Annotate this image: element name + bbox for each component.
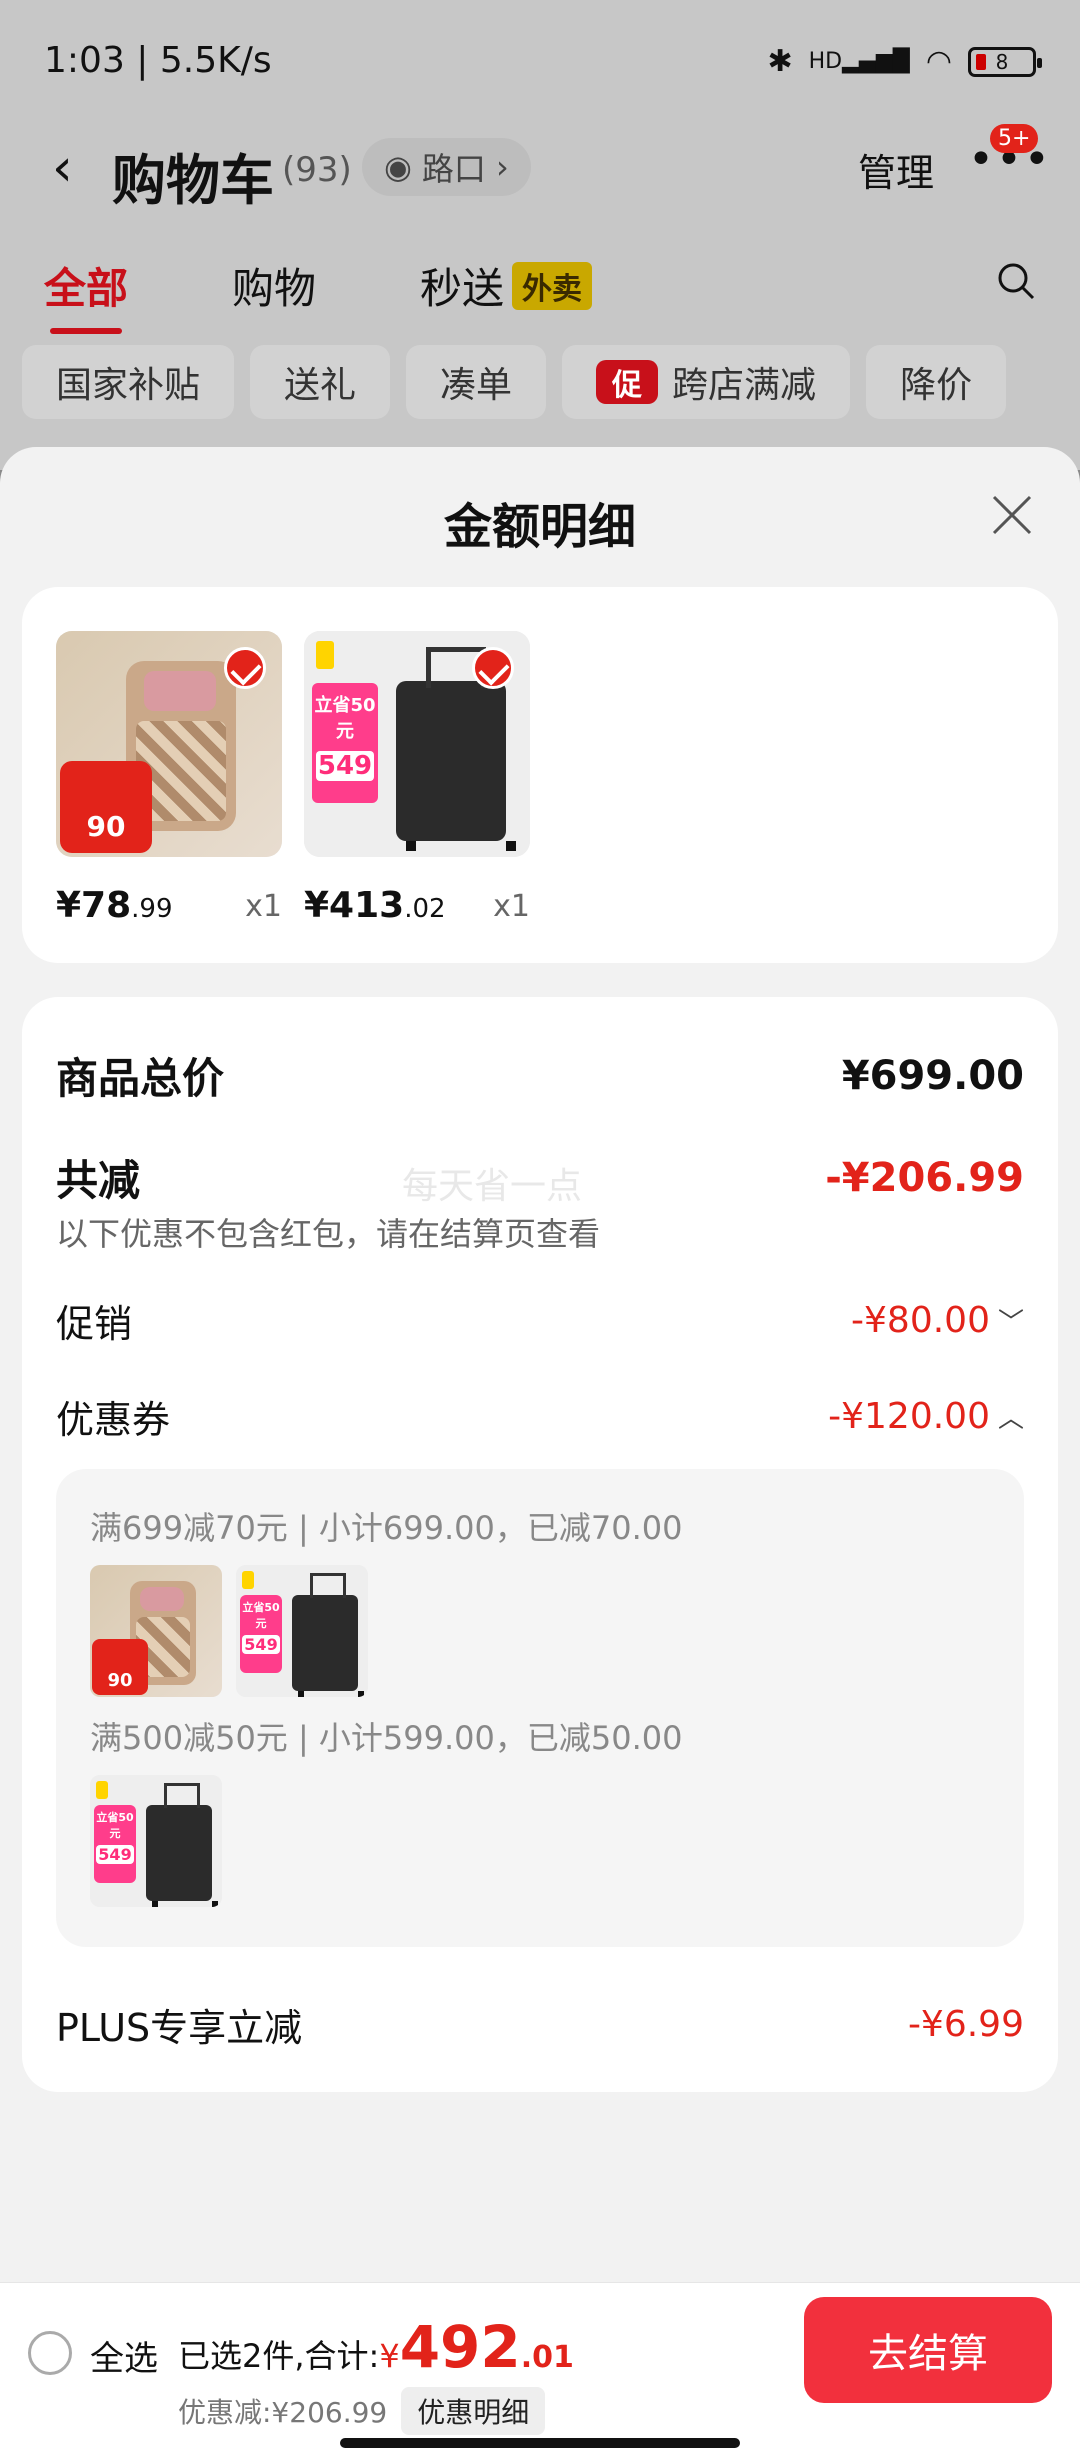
summary-prefix: 已选2件,合计:	[178, 2337, 380, 2375]
select-all-label[interactable]: 全选	[90, 2331, 158, 2380]
filter-chips: 国家补贴 送礼 凑单 促跨店满减 降价	[22, 345, 1007, 419]
page-title: 购物车	[112, 149, 274, 212]
promo-value-wrap: -¥80.00 ﹀	[851, 1300, 1024, 1341]
tab-instant[interactable]: 秒送 外卖	[420, 255, 593, 316]
product-qty: x1	[245, 889, 282, 924]
coupon-row[interactable]: 优惠券 -¥120.00 ︿	[56, 1389, 1024, 1444]
currency-symbol: ¥	[379, 2337, 400, 2375]
discount-line: 优惠减:¥206.99 优惠明细	[178, 2387, 546, 2435]
product-image-wallet: 90	[56, 631, 282, 857]
coupon-value-wrap: -¥120.00 ︿	[828, 1396, 1024, 1437]
cart-page-background: 1:03 | 5.5K/s ✱ HD▂▄▆█ ◠ 8 ‹ 购物车 (93) ◉ …	[0, 0, 1080, 470]
checked-icon[interactable]	[472, 647, 514, 689]
waimai-tag: 外卖	[512, 262, 593, 310]
coupon-rule-1: 满699减70元 | 小计699.00，已减70.00	[90, 1509, 683, 1547]
summary-line: 已选2件,合计: ¥ 492 .01	[178, 2313, 574, 2381]
checkout-bar: 全选 已选2件,合计: ¥ 492 .01 优惠减:¥206.99 优惠明细 去…	[0, 2282, 1080, 2460]
plus-label: PLUS专享立减	[56, 2006, 303, 2050]
product-price: ¥78.99	[56, 885, 173, 926]
product-price: ¥413.02	[304, 885, 446, 926]
reduce-row: 共减 -¥206.99	[56, 1147, 1024, 1208]
chip-gift[interactable]: 送礼	[250, 345, 391, 419]
coupon-label: 优惠券	[56, 1398, 171, 1442]
chip-national-subsidy[interactable]: 国家补贴	[22, 345, 235, 419]
tab-instant-label: 秒送	[420, 264, 505, 313]
signal-icon: HD▂▄▆█	[808, 49, 910, 74]
price-tag: 立省50元 549	[312, 683, 378, 803]
chip-cross-store[interactable]: 促跨店满减	[562, 345, 851, 419]
product-qty: x1	[493, 889, 530, 924]
cart-tabs: 全部 购物 秒送 外卖	[0, 255, 1080, 335]
tab-shopping[interactable]: 购物	[232, 255, 316, 316]
reduce-note: 以下优惠不包含红包，请在结算页查看	[56, 1215, 601, 1253]
status-icons: ✱ HD▂▄▆█ ◠ 8	[767, 44, 1042, 79]
chip-bundle[interactable]: 凑单	[406, 345, 547, 419]
coupon-value: -¥120.00	[828, 1396, 990, 1437]
reduce-value: -¥206.99	[825, 1154, 1024, 1201]
plus-value: -¥6.99	[907, 2004, 1024, 2045]
bluetooth-icon: ✱	[767, 44, 793, 79]
product-item[interactable]: 立省50元 549 ¥413.02 x1	[304, 631, 530, 926]
promo-icon: 促	[596, 360, 659, 404]
road-label: 路口	[421, 150, 486, 188]
plus-row: PLUS专享立减 -¥6.99	[56, 1997, 1024, 2052]
back-icon[interactable]: ‹	[52, 138, 73, 198]
eye-icon: ◉	[384, 148, 412, 186]
product-item[interactable]: 90 ¥78.99 x1	[56, 631, 282, 926]
tab-all[interactable]: 全部	[44, 255, 128, 334]
cart-count: (93)	[282, 150, 352, 190]
promo-label: 促销	[56, 1302, 133, 1346]
status-time: 1:03 | 5.5K/s	[44, 40, 272, 81]
checkout-button[interactable]: 去结算	[804, 2297, 1052, 2403]
road-button[interactable]: ◉ 路口 ›	[362, 138, 531, 196]
search-icon[interactable]	[996, 261, 1036, 301]
discount-text: 优惠减:¥206.99	[178, 2396, 388, 2429]
manage-button[interactable]: 管理	[858, 142, 934, 197]
close-icon[interactable]	[990, 493, 1034, 537]
coupon-detail-box: 满699减70元 | 小计699.00，已减70.00 90 立省50元 549 …	[56, 1469, 1024, 1947]
total-decimal: .01	[520, 2340, 574, 2375]
price-tag: 90	[60, 761, 152, 853]
nav-bar: ‹ 购物车 (93) ◉ 路口 › 管理 ••• 5+	[0, 124, 1080, 212]
product-image-luggage: 立省50元 549	[304, 631, 530, 857]
selected-products-card: 90 ¥78.99 x1 立省50元 549 ¥413.02 x1	[22, 587, 1058, 963]
wifi-icon: ◠	[925, 44, 952, 79]
message-badge: 5+	[990, 124, 1039, 153]
chevron-up-icon[interactable]: ︿	[998, 1398, 1024, 1435]
discount-detail-button[interactable]: 优惠明细	[401, 2387, 546, 2435]
coupon-product-wallet: 90	[90, 1565, 222, 1697]
total-row: 商品总价 ¥699.00	[56, 1045, 1024, 1106]
total-amount: 492	[399, 2313, 521, 2381]
promo-row[interactable]: 促销 -¥80.00 ﹀	[56, 1293, 1024, 1348]
price-detail-card: 每天省一点 商品总价 ¥699.00 共减 -¥206.99 以下优惠不包含红包…	[22, 997, 1058, 2092]
chip-cross-store-label: 跨店满减	[672, 365, 817, 406]
total-label: 商品总价	[56, 1054, 225, 1103]
battery-icon: 8	[968, 46, 1042, 77]
sheet-title: 金额明细	[443, 499, 636, 555]
chevron-down-icon[interactable]: ﹀	[998, 1302, 1024, 1339]
chip-price-drop[interactable]: 降价	[866, 345, 1007, 419]
select-all-radio[interactable]	[28, 2331, 72, 2375]
coupon-product-luggage: 立省50元 549	[236, 1565, 368, 1697]
amount-detail-sheet: 金额明细 90 ¥78.99 x1 立省50元 549 ¥413.02 x1 每…	[0, 447, 1080, 2460]
promo-value: -¥80.00	[851, 1300, 990, 1341]
reduce-label: 共减	[56, 1156, 141, 1205]
total-value: ¥699.00	[841, 1052, 1024, 1099]
home-indicator[interactable]	[340, 2438, 740, 2448]
checked-icon[interactable]	[224, 647, 266, 689]
coupon-product-luggage: 立省50元 549	[90, 1775, 222, 1907]
coupon-rule-2: 满500减50元 | 小计599.00，已减50.00	[90, 1719, 683, 1757]
chevron-right-icon: ›	[495, 148, 509, 186]
